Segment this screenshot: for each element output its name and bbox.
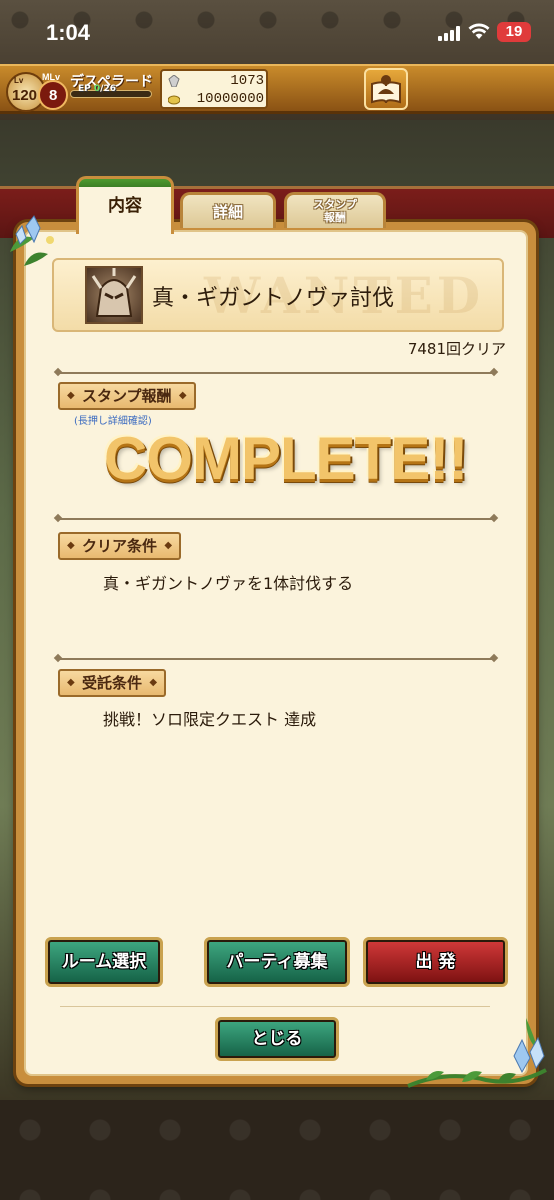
currency-1-value: 1073 (230, 73, 264, 89)
divider (58, 372, 494, 374)
ep-max: /26 (100, 84, 116, 94)
level-label: Lv (14, 76, 24, 85)
divider (60, 1006, 490, 1007)
book-button[interactable] (364, 68, 408, 110)
wifi-icon (468, 23, 490, 39)
monster-avatar (85, 266, 143, 324)
depart-button[interactable]: 出 発 (363, 937, 508, 987)
ep-text: EP 0/26 (78, 84, 116, 94)
cellular-signal-icon (438, 25, 462, 41)
battery-indicator: 19 (497, 22, 531, 42)
master-level-value: 8 (49, 87, 58, 104)
room-select-button[interactable]: ルーム選択 (45, 937, 163, 987)
divider (58, 518, 494, 520)
currency-box: 1073 10000000 (160, 69, 268, 109)
accept-condition-label: 受託条件 (58, 669, 167, 697)
master-level-badge: MLv 8 (38, 72, 68, 110)
party-recruit-button[interactable]: パーティ募集 (204, 937, 350, 987)
game-header: Lv 120 MLv 8 デスペラード EP 0/26 1073 1000000… (0, 64, 554, 114)
status-time: 1:04 (46, 20, 91, 45)
tab-stamp-line1: スタンプ (313, 198, 357, 211)
stamp-reward-label: スタンプ報酬 (58, 382, 196, 410)
currency-row-stones: 1073 (166, 73, 264, 90)
gold-coin-icon (168, 95, 180, 105)
crystal-vine-decoration-icon (407, 1018, 547, 1088)
complete-banner[interactable]: COMPLETE!! (104, 424, 468, 494)
quest-title-card: WANTED 真・ギガントノヴァ討伐 (52, 258, 504, 332)
divider (58, 658, 494, 660)
currency-row-gold: 10000000 (166, 91, 264, 108)
background-bottom (0, 1100, 554, 1200)
tab-stamp-reward[interactable]: スタンプ 報酬 (284, 192, 386, 228)
clear-count: 7481回クリア (407, 340, 506, 358)
tab-detail[interactable]: 詳細 (180, 192, 276, 228)
clear-condition-text: 真・ギガントノヴァを1体討伐する (103, 574, 354, 593)
clear-condition-label: クリア条件 (58, 532, 182, 560)
tab-content[interactable]: 内容 (76, 176, 174, 234)
master-level-label: MLv (42, 72, 60, 82)
tab-stamp-line2: 報酬 (324, 211, 346, 224)
accept-condition-text: 挑戦！ソロ限定クエスト 達成 (103, 710, 317, 729)
currency-2-value: 10000000 (196, 91, 264, 107)
monster-helmet-icon (91, 268, 137, 317)
book-person-icon (371, 75, 401, 104)
close-button[interactable]: とじる (215, 1017, 339, 1061)
status-bar: 1:04 19 (0, 0, 554, 66)
ep-label: EP (78, 84, 91, 94)
level-value: 120 (12, 87, 38, 104)
crystal-leaf-decoration-icon (10, 215, 54, 266)
stone-icon (168, 75, 180, 87)
quest-title: 真・ギガントノヴァ討伐 (152, 286, 395, 311)
